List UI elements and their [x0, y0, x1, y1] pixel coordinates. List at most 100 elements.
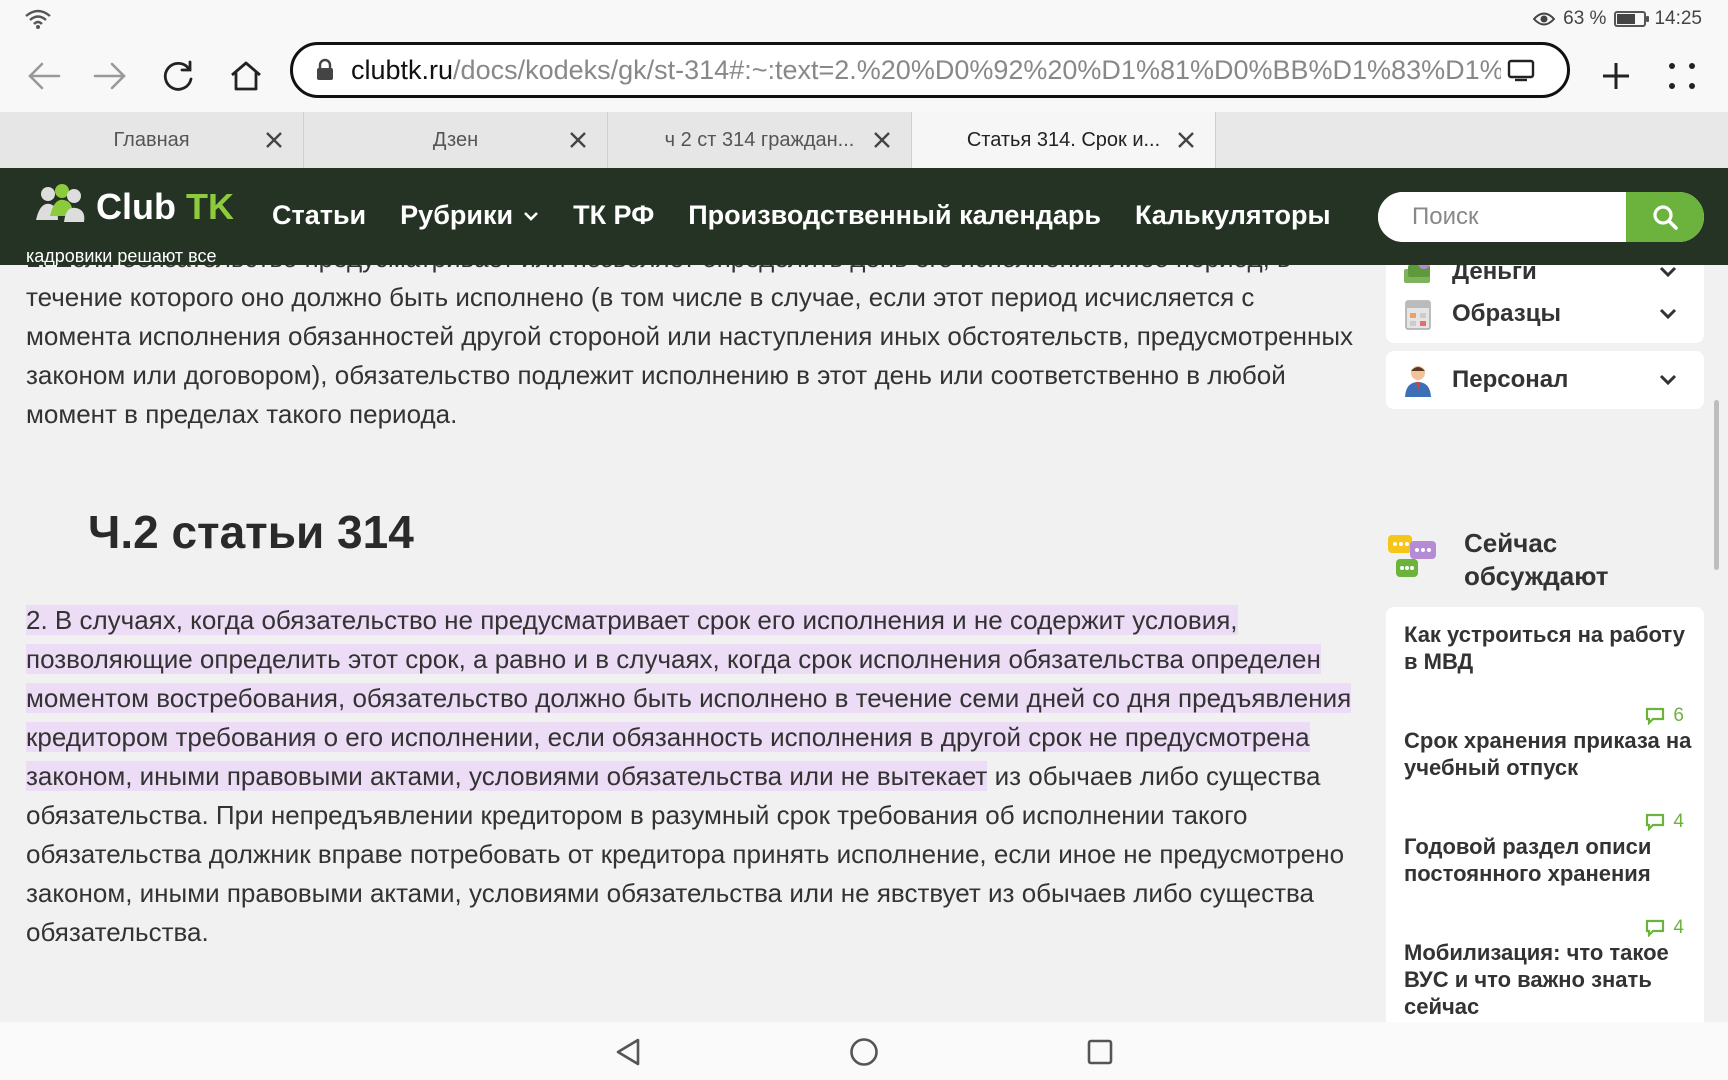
close-icon[interactable]: [1175, 129, 1197, 151]
close-icon[interactable]: [871, 129, 893, 151]
comment-icon: [1646, 919, 1665, 937]
home-icon: [231, 61, 261, 91]
logo-tagline: кадровики решают все: [26, 246, 217, 266]
status-bar: 63 % 14:25: [0, 0, 1728, 40]
tab-label: Статья 314. Срок и...: [966, 128, 1161, 151]
category-label: Образцы: [1452, 300, 1561, 327]
back-button[interactable]: [18, 50, 70, 102]
nav-tk-rf[interactable]: ТК РФ: [573, 200, 654, 231]
menu-button[interactable]: [1656, 50, 1708, 102]
url-domain: clubtk.ru: [351, 54, 454, 85]
nav-calculators[interactable]: Калькуляторы: [1135, 200, 1331, 231]
circle-home-icon: [850, 1038, 878, 1066]
more-dots-icon: [1669, 63, 1695, 89]
battery-percent: 63 %: [1563, 8, 1607, 29]
system-home-button[interactable]: [844, 1032, 884, 1072]
nav-label: Производственный календарь: [688, 200, 1101, 230]
tab-home[interactable]: Главная: [0, 112, 304, 168]
person-icon: [1405, 366, 1431, 397]
nav-calendar[interactable]: Производственный календарь: [688, 200, 1101, 231]
tab-dzen[interactable]: Дзен: [304, 112, 608, 168]
home-button[interactable]: [220, 50, 272, 102]
browser-toolbar: clubtk.ru/docs/kodeks/gk/st-314#:~:text=…: [0, 40, 1728, 112]
reload-icon: [163, 60, 193, 91]
forward-button[interactable]: [84, 50, 136, 102]
clock: 14:25: [1654, 8, 1702, 29]
url-path: /docs/kodeks/gk/st-314#:~:text=2.%20%D0%…: [453, 54, 1501, 85]
nav-rubrics[interactable]: Рубрики: [400, 200, 539, 231]
comment-count-value: 6: [1673, 705, 1684, 726]
triangle-back-icon: [616, 1038, 640, 1066]
system-recents-button[interactable]: [1080, 1032, 1120, 1072]
discussion-item-title: Годовой раздел описи постоянного хранени…: [1404, 834, 1652, 886]
system-back-button[interactable]: [608, 1032, 648, 1072]
chat-bubbles-icon: [1388, 535, 1436, 577]
article-paragraph-2: 2. В случаях, когда обязательство не пре…: [26, 601, 1356, 952]
article-paragraph-1: 1. Если обязательство предусматривает ил…: [26, 265, 1354, 429]
tab-label: Дзен: [432, 128, 479, 151]
category-label: Деньги: [1452, 265, 1537, 285]
comment-count-value: 4: [1673, 811, 1684, 832]
chevron-down-icon: [524, 211, 538, 221]
discussion-item[interactable]: Годовой раздел описи постоянного хранени…: [1404, 833, 1694, 938]
discussion-item-title: Мобилизация: что такое ВУС и что важно з…: [1404, 940, 1669, 1019]
nav-label: ТК РФ: [573, 200, 655, 230]
close-icon[interactable]: [567, 129, 589, 151]
calendar-icon: [1405, 300, 1431, 330]
comment-icon: [1646, 813, 1665, 831]
tab-label: ч 2 ст 314 граждан...: [664, 128, 855, 151]
reader-mode-icon[interactable]: [1507, 58, 1535, 82]
comment-icon: [1646, 707, 1665, 725]
close-icon[interactable]: [263, 129, 285, 151]
lock-icon: [317, 58, 333, 80]
arrow-left-icon: [28, 62, 61, 90]
discussion-list: Как устроиться на работу в МВД 6 Срок хр…: [1386, 607, 1704, 1022]
discussion-item-title: Как устроиться на работу в МВД: [1404, 622, 1685, 674]
address-bar[interactable]: clubtk.ru/docs/kodeks/gk/st-314#:~:text=…: [290, 42, 1570, 98]
comment-count: 4: [1645, 917, 1684, 939]
category-staff[interactable]: Персонал: [1386, 351, 1704, 409]
nav-articles[interactable]: Статьи: [272, 200, 366, 231]
discussion-item-title: Срок хранения приказа на учебный отпуск: [1404, 728, 1692, 780]
plus-icon: [1603, 63, 1629, 89]
chevron-down-icon: [1659, 266, 1677, 278]
discussion-item[interactable]: Как устроиться на работу в МВД 6: [1404, 621, 1694, 726]
comment-count: 6: [1645, 705, 1684, 727]
logo-title: Club TK: [96, 186, 234, 228]
tab-search[interactable]: ч 2 ст 314 граждан...: [608, 112, 912, 168]
reload-button[interactable]: [152, 50, 204, 102]
chevron-down-icon: [1659, 374, 1677, 386]
search-input[interactable]: [1378, 192, 1626, 242]
discussion-item[interactable]: Срок хранения приказа на учебный отпуск …: [1404, 727, 1694, 832]
discussion-header: Сейчас обсуждают: [1386, 527, 1704, 597]
eye-icon: [1533, 12, 1556, 26]
chevron-down-icon: [1659, 308, 1677, 320]
site-header: Club TK кадровики решают все Статьи Рубр…: [0, 168, 1728, 266]
people-logo-icon: [36, 184, 85, 222]
comment-count-value: 4: [1673, 917, 1684, 938]
search-icon: [1653, 205, 1678, 230]
page-scrollbar[interactable]: [1714, 400, 1719, 570]
tab-label: Главная: [113, 128, 190, 151]
url-text[interactable]: clubtk.ru/docs/kodeks/gk/st-314#:~:text=…: [351, 55, 1501, 86]
arrow-right-icon: [93, 62, 126, 90]
new-tab-button[interactable]: [1590, 50, 1642, 102]
battery-icon: [1614, 11, 1650, 27]
logo-club: Club: [96, 186, 176, 227]
category-samples[interactable]: Образцы: [1386, 285, 1704, 343]
section-heading: Ч.2 статьи 314: [88, 506, 414, 558]
discussion-item[interactable]: Мобилизация: что такое ВУС и что важно з…: [1404, 939, 1694, 1020]
discussion-title: Сейчас обсуждают: [1464, 528, 1609, 591]
site-search: [1378, 192, 1704, 242]
logo-tk: TK: [186, 186, 234, 227]
main-nav: Статьи Рубрики ТК РФ Производственный ка…: [272, 200, 1331, 231]
wifi-icon: [25, 9, 51, 29]
sidebar: Деньги Образцы Персонал Сейчас обсуждают: [1386, 265, 1704, 1022]
comment-count: 4: [1645, 811, 1684, 833]
tab-strip: Главная Дзен ч 2 ст 314 граждан... Стать…: [0, 112, 1728, 168]
nav-label: Калькуляторы: [1135, 200, 1331, 230]
article-content: 1. Если обязательство предусматривает ил…: [0, 265, 1370, 1022]
search-button[interactable]: [1626, 192, 1704, 242]
square-recents-icon: [1087, 1039, 1113, 1065]
tab-article-active[interactable]: Статья 314. Срок и...: [912, 112, 1216, 168]
